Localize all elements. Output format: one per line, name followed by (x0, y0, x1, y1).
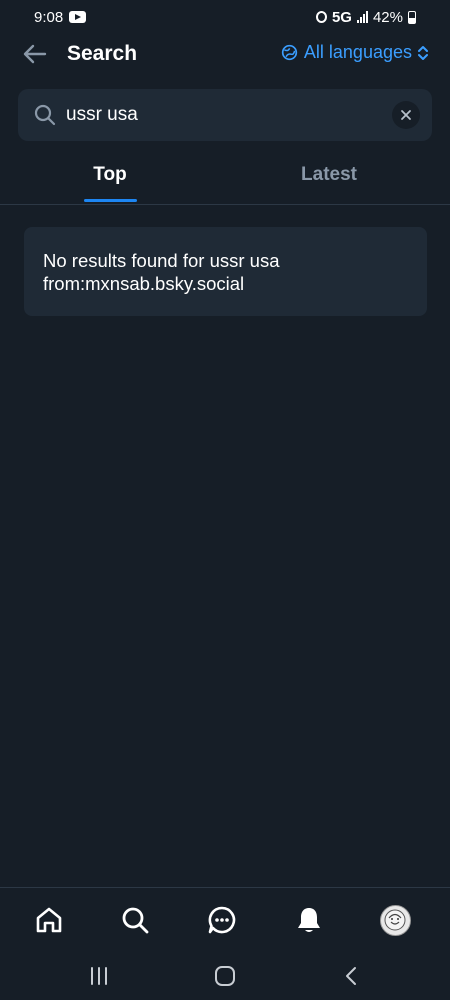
nav-home[interactable] (33, 904, 65, 936)
recents-button[interactable] (84, 961, 114, 991)
back-chevron-icon (346, 967, 356, 985)
home-icon (36, 907, 62, 933)
page-title: Search (67, 42, 138, 65)
header: Search All languages (0, 34, 450, 74)
battery-percent: 42% (372, 8, 403, 26)
empty-results-line1: No results found for ussr usa (43, 250, 280, 271)
clear-search-button[interactable] (392, 101, 420, 129)
chevron-up-down-icon (418, 45, 428, 60)
back-button[interactable] (20, 40, 50, 68)
close-icon (401, 110, 411, 120)
tab-bar: Top Latest (0, 152, 450, 205)
status-right: 5G 42% (315, 8, 416, 26)
bell-icon (298, 908, 320, 932)
search-box (18, 89, 432, 141)
nav-profile[interactable] (379, 904, 411, 936)
network-type: 5G (331, 8, 352, 26)
youtube-icon (69, 11, 87, 23)
system-nav-bar (0, 955, 450, 1000)
nav-chat[interactable] (206, 904, 238, 936)
signal-icon (356, 11, 368, 23)
battery-icon (408, 10, 416, 24)
avatar-image-icon (384, 909, 406, 931)
back-system-button[interactable] (336, 961, 366, 991)
search-icon (122, 907, 149, 934)
empty-results-card: No results found for ussr usa from:mxnsa… (24, 227, 427, 316)
nav-notifications[interactable] (293, 904, 325, 936)
status-left: 9:08 (34, 8, 87, 26)
arrow-left-icon (23, 44, 47, 64)
nav-search[interactable] (119, 904, 151, 936)
tab-top[interactable]: Top (80, 152, 140, 205)
language-selector[interactable]: All languages (281, 42, 428, 63)
language-label: All languages (303, 42, 412, 62)
active-tab-indicator (84, 199, 137, 202)
search-input[interactable] (66, 101, 386, 129)
search-icon (34, 104, 56, 126)
alarm-icon (315, 11, 327, 23)
bottom-nav (0, 887, 450, 955)
globe-icon (281, 44, 298, 61)
avatar (379, 904, 411, 936)
tab-latest[interactable]: Latest (290, 152, 368, 205)
status-bar: 9:08 5G 42% (0, 0, 450, 34)
home-system-button[interactable] (210, 961, 240, 991)
home-circle-icon (215, 966, 235, 986)
chat-icon (208, 906, 236, 934)
status-time: 9:08 (34, 8, 64, 26)
empty-results-line2: from:mxnsab.bsky.social (43, 273, 245, 294)
recents-icon (91, 967, 107, 985)
